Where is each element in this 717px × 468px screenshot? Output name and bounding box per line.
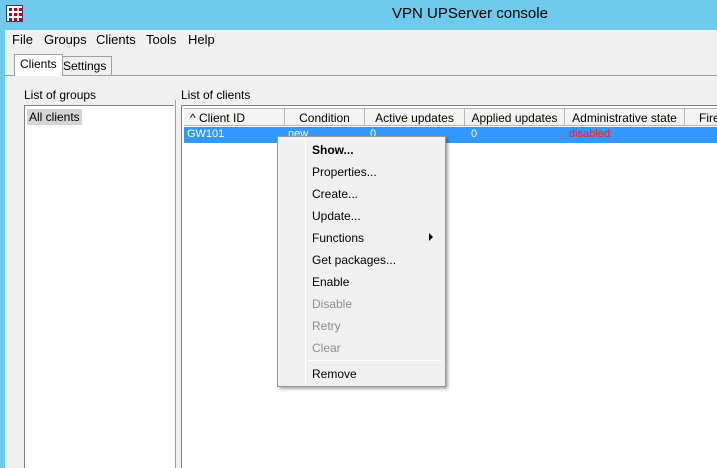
menu-item-update[interactable]: Update... xyxy=(312,209,361,223)
context-menu-gutter xyxy=(305,139,306,384)
title-bar[interactable]: VPN UPServer console xyxy=(0,0,717,30)
menu-item-disable: Disable xyxy=(312,297,353,311)
table-header: ^ Client ID Condition Active updates App… xyxy=(182,108,717,126)
menu-item-retry: Retry xyxy=(312,319,341,333)
menu-clients[interactable]: Clients xyxy=(96,32,136,47)
cell-administrative-state: disabled xyxy=(569,128,610,140)
column-client-id[interactable]: ^ Client ID xyxy=(184,108,285,126)
menu-separator xyxy=(308,360,442,361)
cell-client-id: GW101 xyxy=(187,128,225,140)
menu-item-enable[interactable]: Enable xyxy=(312,275,349,289)
tab-strip-divider xyxy=(5,75,717,76)
menu-item-get-packages[interactable]: Get packages... xyxy=(312,253,396,267)
menu-item-functions[interactable]: Functions xyxy=(312,231,364,245)
column-applied-updates[interactable]: Applied updates xyxy=(465,108,565,126)
column-fire[interactable]: Fire xyxy=(685,108,717,126)
group-item-all-clients[interactable]: All clients xyxy=(27,109,82,125)
cell-applied-updates: 0 xyxy=(471,128,478,140)
clients-heading: List of clients xyxy=(181,88,251,102)
menu-groups[interactable]: Groups xyxy=(44,32,87,47)
groups-heading: List of groups xyxy=(24,88,97,102)
panel-splitter[interactable] xyxy=(175,100,180,468)
menu-tools[interactable]: Tools xyxy=(146,32,176,47)
table-row[interactable]: GW101 new 0 0 disabled xyxy=(184,127,717,143)
column-administrative-state[interactable]: Administrative state xyxy=(565,108,685,126)
menu-item-properties[interactable]: Properties... xyxy=(312,165,377,179)
tab-clients[interactable]: Clients xyxy=(14,54,63,76)
context-menu: Show... Properties... Create... Update..… xyxy=(277,136,446,387)
menu-item-create[interactable]: Create... xyxy=(312,187,358,201)
menu-item-remove[interactable]: Remove xyxy=(312,367,357,381)
menu-bar: File Groups Clients Tools Help xyxy=(5,30,717,50)
tab-settings[interactable]: Settings xyxy=(57,56,113,76)
menu-item-show[interactable]: Show... xyxy=(312,143,354,157)
column-condition[interactable]: Condition xyxy=(285,108,365,126)
submenu-arrow-icon xyxy=(429,233,433,241)
column-active-updates[interactable]: Active updates xyxy=(365,108,465,126)
menu-item-clear: Clear xyxy=(312,341,341,355)
clients-table[interactable]: ^ Client ID Condition Active updates App… xyxy=(181,105,717,468)
menu-file[interactable]: File xyxy=(12,32,33,47)
groups-list[interactable]: All clients xyxy=(24,105,174,468)
menu-help[interactable]: Help xyxy=(188,32,215,47)
window-title: VPN UPServer console xyxy=(392,5,548,22)
